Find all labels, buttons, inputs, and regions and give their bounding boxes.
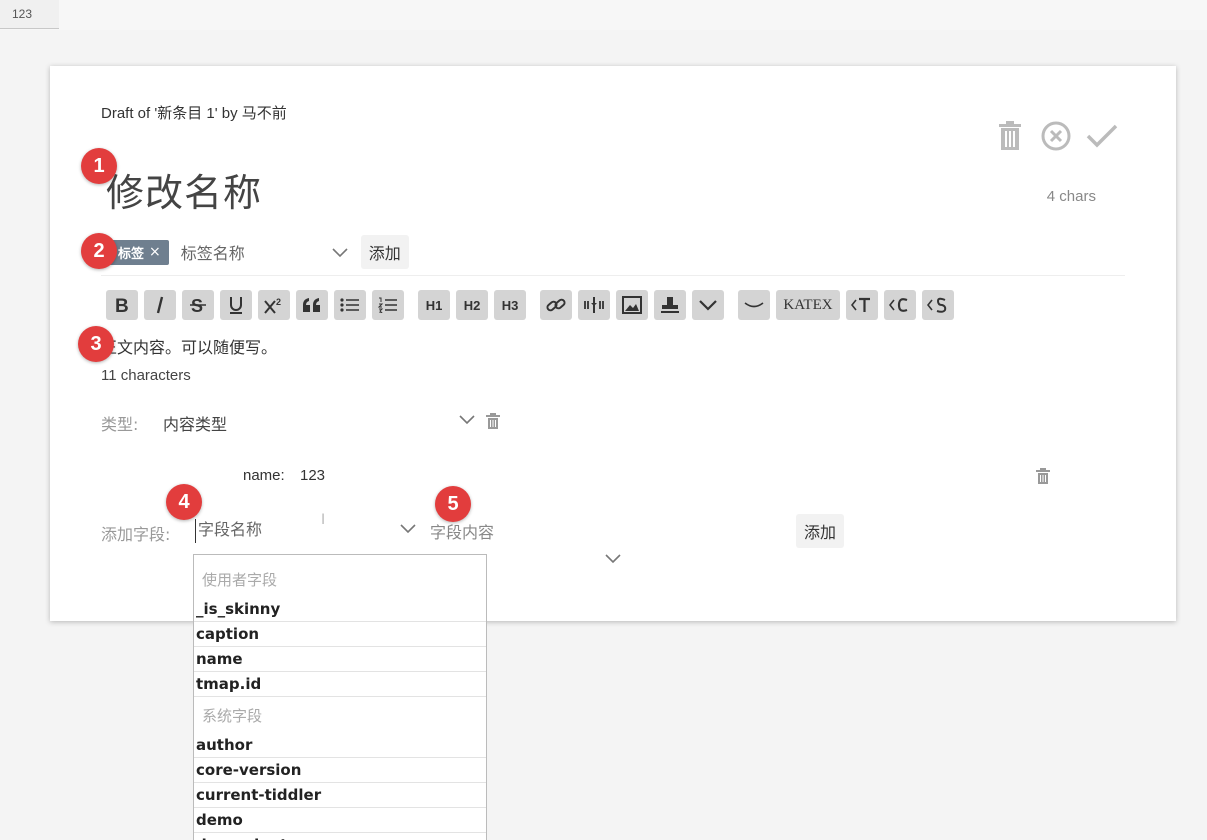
s-template-icon: [927, 297, 947, 313]
remove-tag-button[interactable]: ×: [149, 244, 161, 260]
chevron-down-icon[interactable]: [604, 552, 622, 566]
image-icon: [622, 296, 642, 314]
add-tag-button[interactable]: 添加: [360, 235, 409, 269]
transclude-icon: [584, 297, 604, 313]
dropdown-item[interactable]: name: [194, 647, 486, 672]
field-name-dropdown: 使用者字段 _is_skinny caption name tmap.id 系统…: [193, 554, 487, 840]
svg-text:B: B: [115, 296, 129, 314]
tab-123[interactable]: 123: [0, 0, 59, 29]
check-icon: [1086, 124, 1118, 148]
dropdown-item[interactable]: demo: [194, 808, 486, 833]
numbered-list-icon: [378, 297, 397, 313]
underline-button[interactable]: [220, 290, 252, 320]
annotation-badge-2: 2: [81, 233, 117, 269]
field-name-input[interactable]: 字段名称: [195, 519, 395, 543]
type-label: 类型:: [101, 415, 139, 434]
template-text-button[interactable]: [846, 290, 878, 320]
body-text-editor[interactable]: 正文内容。可以随便写。: [101, 334, 277, 358]
text-cursor-icon: I: [321, 512, 326, 528]
tag-name-input[interactable]: 标签名称: [181, 240, 331, 264]
edit-tiddler-card: Draft of '新条目 1' by 马不前 修改名称 4 chars 标签 …: [50, 66, 1176, 621]
stamp-button[interactable]: [654, 290, 686, 320]
bullet-list-icon: [340, 298, 359, 312]
add-field-label: 添加字段:: [101, 525, 171, 544]
body-char-count: 11 characters: [101, 367, 191, 384]
strikethrough-button[interactable]: S: [182, 290, 214, 320]
subscript-smile-button[interactable]: [738, 290, 770, 320]
template-c-button[interactable]: [884, 290, 916, 320]
dropdown-group-user-fields: 使用者字段: [202, 571, 278, 589]
editor-toolbar: B S 2 H1 H2 H3 KATEX: [106, 289, 960, 321]
transclude-button[interactable]: [578, 290, 610, 320]
italic-button[interactable]: [144, 290, 176, 320]
dropdown-item[interactable]: caption: [194, 622, 486, 647]
more-button[interactable]: [692, 290, 724, 320]
divider: [101, 275, 1125, 276]
title-input[interactable]: 修改名称: [106, 162, 262, 217]
tiddler-actions: [994, 120, 1118, 152]
template-s-button[interactable]: [922, 290, 954, 320]
superscript-button[interactable]: 2: [258, 290, 290, 320]
trash-icon[interactable]: [486, 413, 500, 429]
underline-icon: [230, 297, 242, 314]
dropdown-item[interactable]: core-version: [194, 758, 486, 783]
cancel-button[interactable]: [1040, 120, 1072, 152]
superscript-icon: 2: [264, 297, 281, 314]
dropdown-item[interactable]: author: [194, 733, 486, 758]
dropdown-item[interactable]: current-tiddler: [194, 783, 486, 808]
annotation-badge-5: 5: [435, 486, 471, 522]
c-template-icon: [889, 298, 908, 312]
tags-row: 标签 × 标签名称 添加: [106, 235, 409, 269]
bold-icon: B: [115, 296, 129, 314]
quote-button[interactable]: [296, 290, 328, 320]
type-input[interactable]: 内容类型: [163, 411, 453, 435]
heading-1-button[interactable]: H1: [418, 290, 450, 320]
annotation-badge-4: 4: [166, 484, 202, 520]
heading-2-button[interactable]: H2: [456, 290, 488, 320]
heading-3-button[interactable]: H3: [494, 290, 526, 320]
chevron-down-icon: [699, 300, 717, 311]
image-button[interactable]: [616, 290, 648, 320]
field-value-input[interactable]: 123: [300, 467, 325, 484]
bullet-list-button[interactable]: [334, 290, 366, 320]
smile-icon: [744, 302, 764, 308]
quote-icon: [303, 298, 320, 312]
chevron-down-icon[interactable]: [331, 243, 349, 261]
katex-button[interactable]: KATEX: [776, 290, 840, 320]
text-template-icon: [851, 297, 870, 312]
top-bar: 123: [0, 0, 1207, 30]
delete-button[interactable]: [994, 120, 1026, 152]
field-name-label: name:: [243, 467, 285, 484]
title-char-count: 4 chars: [1046, 188, 1096, 205]
dropdown-item[interactable]: tmap.id: [194, 672, 486, 697]
annotation-badge-3: 3: [78, 326, 114, 362]
tag-label: 标签: [118, 246, 145, 262]
stamp-icon: [661, 297, 679, 313]
add-field-button[interactable]: 添加: [796, 514, 845, 548]
field-value-input[interactable]: 字段内容: [430, 519, 790, 543]
strikethrough-icon: S: [190, 296, 206, 314]
trash-icon: [999, 121, 1021, 150]
trash-icon[interactable]: [1036, 468, 1050, 484]
link-button[interactable]: [540, 290, 572, 320]
link-icon: [546, 298, 566, 312]
close-circle-icon: [1041, 121, 1071, 151]
chevron-down-icon[interactable]: [399, 522, 417, 536]
dropdown-item[interactable]: dependents: [194, 833, 486, 840]
draft-title: Draft of '新条目 1' by 马不前: [101, 105, 287, 122]
italic-icon: [156, 296, 164, 314]
svg-text:2: 2: [276, 297, 281, 307]
chevron-down-icon[interactable]: [458, 413, 476, 427]
dropdown-group-system-fields: 系统字段: [202, 707, 263, 725]
dropdown-item[interactable]: _is_skinny: [194, 597, 486, 622]
done-button[interactable]: [1086, 120, 1118, 152]
bold-button[interactable]: B: [106, 290, 138, 320]
numbered-list-button[interactable]: [372, 290, 404, 320]
annotation-badge-1: 1: [81, 148, 117, 184]
